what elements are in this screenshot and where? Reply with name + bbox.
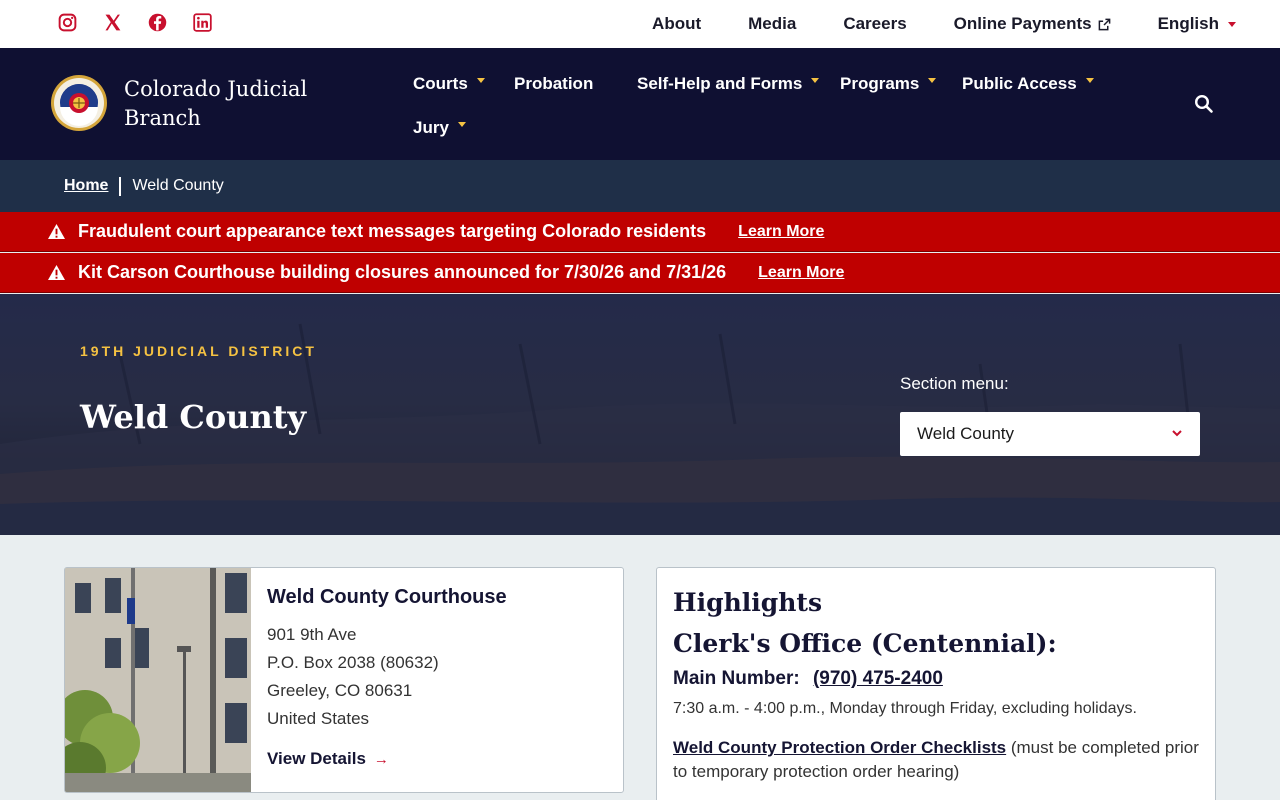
search-icon[interactable] (1194, 94, 1214, 114)
chevron-down-icon (928, 77, 937, 83)
address-line: Greeley, CO 80631 (267, 681, 413, 700)
nav-probation[interactable]: Probation (514, 74, 593, 94)
address-line: P.O. Box 2038 (80632) (267, 653, 439, 672)
alert-banner: Kit Carson Courthouse building closures … (0, 253, 1280, 293)
nav-public-access-label: Public Access (962, 74, 1077, 93)
nav-programs-label: Programs (840, 74, 920, 93)
protection-order-checklist: Weld County Protection Order Checklists … (673, 736, 1199, 784)
chevron-down-icon (1228, 21, 1236, 27)
careers-link[interactable]: Careers (843, 14, 906, 34)
alert-text: Kit Carson Courthouse building closures … (78, 262, 727, 282)
chevron-down-icon (476, 77, 485, 83)
main-number-label: Main Number: (673, 668, 800, 689)
address-line: United States (267, 709, 370, 728)
alert-learn-more-link[interactable]: Learn More (758, 264, 844, 282)
language-label: English (1157, 14, 1219, 33)
section-menu-select[interactable]: Weld County (900, 412, 1200, 456)
warning-icon (48, 223, 65, 240)
social-links (57, 12, 213, 33)
utility-links: About Media Careers Online Payments Engl… (605, 0, 1236, 48)
address-line: 901 9th Ave (267, 625, 357, 644)
view-details-link[interactable]: View Details → (267, 749, 507, 769)
colorado-courts-seal-icon[interactable] (50, 74, 108, 132)
courthouse-card: Weld County Courthouse 901 9th Ave P.O. … (64, 567, 624, 793)
about-link[interactable]: About (652, 14, 701, 34)
hero-banner: 19TH JUDICIAL DISTRICT Weld County Secti… (0, 294, 1280, 535)
office-hours: 7:30 a.m. - 4:00 p.m., Monday through Fr… (673, 700, 1137, 717)
online-payments-link[interactable]: Online Payments (954, 14, 1111, 34)
section-menu-value: Weld County (917, 424, 1015, 443)
arrow-right-icon: → (373, 750, 389, 768)
page-title: Weld County (80, 398, 307, 436)
online-payments-label: Online Payments (953, 14, 1092, 33)
brand-name[interactable]: Colorado Judicial Branch (124, 75, 344, 133)
chevron-down-icon (1172, 430, 1182, 437)
nav-probation-label: Probation (514, 74, 594, 93)
nav-public-access[interactable]: Public Access (962, 74, 1094, 94)
courthouse-photo (65, 568, 251, 792)
courthouse-name: Weld County Courthouse (267, 586, 507, 608)
view-details-label: View Details (267, 749, 366, 768)
nav-jury[interactable]: Jury (413, 118, 466, 138)
nav-programs[interactable]: Programs (840, 74, 937, 94)
chevron-down-icon (811, 77, 820, 83)
highlights-card: Highlights Clerk's Office (Centennial): … (656, 567, 1216, 800)
x-icon[interactable] (102, 12, 123, 33)
breadcrumb: Home Weld County (0, 160, 1280, 212)
warning-icon (48, 264, 65, 281)
alert-banner: Fraudulent court appearance text message… (0, 212, 1280, 252)
nav-jury-label: Jury (413, 118, 449, 137)
linkedin-icon[interactable] (192, 12, 213, 33)
main-number: Main Number: (970) 475-2400 (673, 668, 1199, 690)
main-header: Colorado Judicial Branch Courts Probatio… (0, 48, 1280, 160)
alert-text: Fraudulent court appearance text message… (78, 221, 707, 241)
section-menu-label: Section menu: (900, 374, 1009, 393)
breadcrumb-current: Weld County (132, 177, 224, 194)
facebook-icon[interactable] (147, 12, 168, 33)
nav-courts-label: Courts (413, 74, 468, 93)
media-link[interactable]: Media (748, 14, 796, 34)
alert-learn-more-link[interactable]: Learn More (738, 223, 824, 241)
main-number-phone-link[interactable]: (970) 475-2400 (813, 668, 943, 689)
highlights-title: Highlights (673, 588, 823, 617)
chevron-down-icon (1085, 77, 1094, 83)
protection-order-checklist-link[interactable]: Weld County Protection Order Checklists (673, 738, 1006, 757)
utility-bar: About Media Careers Online Payments Engl… (0, 0, 1280, 48)
clerk-office-title: Clerk's Office (Centennial): (673, 629, 1057, 658)
chevron-down-icon (457, 121, 466, 127)
breadcrumb-separator (119, 176, 122, 196)
breadcrumb-home[interactable]: Home (64, 177, 108, 195)
instagram-icon[interactable] (57, 12, 78, 33)
nav-self-help-label: Self-Help and Forms (637, 74, 803, 93)
external-link-icon (1098, 18, 1110, 30)
district-eyebrow: 19TH JUDICIAL DISTRICT (80, 343, 317, 359)
language-selector[interactable]: English (1158, 14, 1236, 34)
nav-courts[interactable]: Courts (413, 74, 485, 94)
nav-self-help[interactable]: Self-Help and Forms (637, 74, 820, 94)
courthouse-details: Weld County Courthouse 901 9th Ave P.O. … (267, 586, 507, 769)
